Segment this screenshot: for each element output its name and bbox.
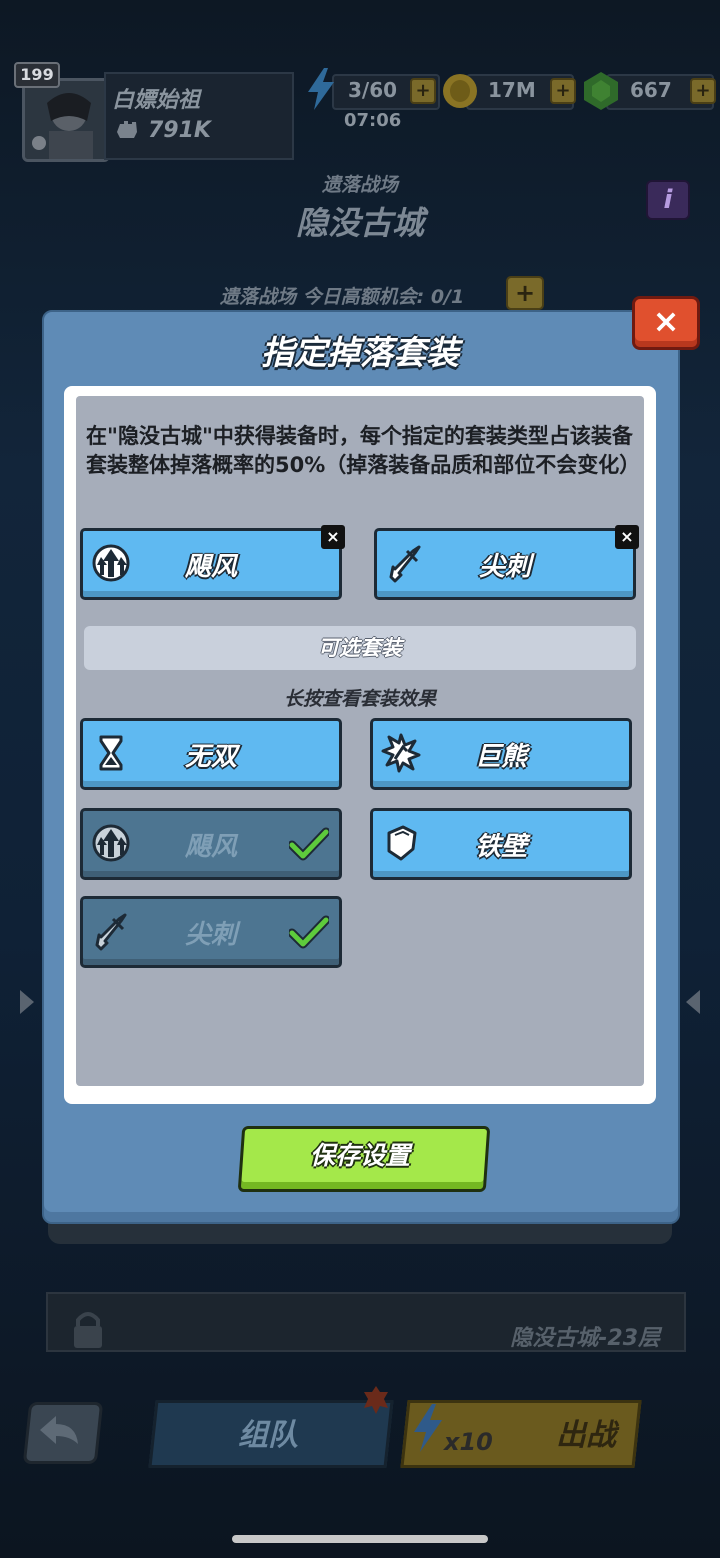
gold-count: 17M xyxy=(488,78,536,102)
optional-sets-header: 可选套装 xyxy=(84,626,636,670)
next-arrow-icon[interactable] xyxy=(686,990,700,1014)
home-indicator xyxy=(232,1535,488,1543)
close-button[interactable]: × xyxy=(632,296,700,350)
lock-icon xyxy=(74,1312,102,1348)
fight-label: 出战 xyxy=(556,1418,616,1453)
remove-set-button[interactable]: × xyxy=(615,525,639,549)
lightning-energy-icon xyxy=(308,68,334,110)
selected-set-cyclone[interactable]: 飓风 × xyxy=(80,525,345,600)
option-set-label: 无双 xyxy=(184,742,237,772)
gem-count: 667 xyxy=(630,78,672,102)
lightning-cost-icon xyxy=(414,1404,442,1452)
player-power: 791K xyxy=(148,118,211,143)
option-set-spike[interactable]: 尖刺 xyxy=(80,896,342,968)
selected-set-spike[interactable]: 尖刺 × xyxy=(374,525,639,600)
option-set-iron-wall[interactable]: 铁壁 xyxy=(370,808,632,880)
player-name: 白嫖始祖 xyxy=(112,88,201,113)
option-set-label: 铁壁 xyxy=(474,832,527,862)
battlefield-subtitle: 遗落战场 xyxy=(321,174,398,196)
battlefield-name: 隐没古城 xyxy=(295,204,424,242)
option-set-bear[interactable]: 巨熊 xyxy=(370,718,632,790)
close-icon: × xyxy=(652,302,680,340)
modal-title: 指定掉落套装 xyxy=(261,333,459,372)
floor-label: 隐没古城-23层 xyxy=(510,1326,660,1351)
back-arrow-icon xyxy=(40,1416,78,1444)
check-icon xyxy=(289,827,329,861)
fight-cost: x10 xyxy=(444,1428,493,1456)
add-gold-button[interactable]: + xyxy=(550,78,576,104)
team-label: 组队 xyxy=(238,1418,298,1453)
energy-timer: 07:06 xyxy=(344,110,402,131)
gold-coin-icon xyxy=(443,74,477,108)
option-set-cyclone[interactable]: 飓风 xyxy=(80,808,342,880)
info-button[interactable]: i xyxy=(646,180,690,220)
prev-arrow-icon[interactable] xyxy=(20,990,34,1014)
selected-set-label: 飓风 xyxy=(184,552,237,582)
add-chance-button[interactable]: + xyxy=(506,276,544,310)
close-icon: × xyxy=(618,528,636,546)
team-notification-icon xyxy=(364,1386,388,1414)
remove-set-button[interactable]: × xyxy=(321,525,345,549)
option-set-label: 巨熊 xyxy=(474,742,527,772)
fist-power-icon xyxy=(117,121,137,138)
long-press-hint: 长按查看套装效果 xyxy=(283,688,436,710)
green-gem-icon xyxy=(584,72,618,110)
add-gem-button[interactable]: + xyxy=(690,78,716,104)
energy-count: 3/60 xyxy=(348,78,398,102)
option-set-wushuang[interactable]: 无双 xyxy=(80,718,342,790)
add-energy-button[interactable]: + xyxy=(410,78,436,104)
close-icon: × xyxy=(324,528,342,546)
avatar-portrait-icon xyxy=(25,81,107,159)
modal-description: 在"隐没古城"中获得装备时，每个指定的套装类型占该装备套装整体掉落概率的50%（… xyxy=(86,424,641,477)
player-level-badge: 199 xyxy=(14,62,60,88)
save-settings-label: 保存设置 xyxy=(309,1141,410,1170)
daily-chance-text: 遗落战场 今日高额机会: 0/1 xyxy=(220,286,465,308)
selected-set-label: 尖刺 xyxy=(478,552,531,582)
check-icon xyxy=(289,915,329,949)
player-avatar[interactable] xyxy=(22,78,110,162)
